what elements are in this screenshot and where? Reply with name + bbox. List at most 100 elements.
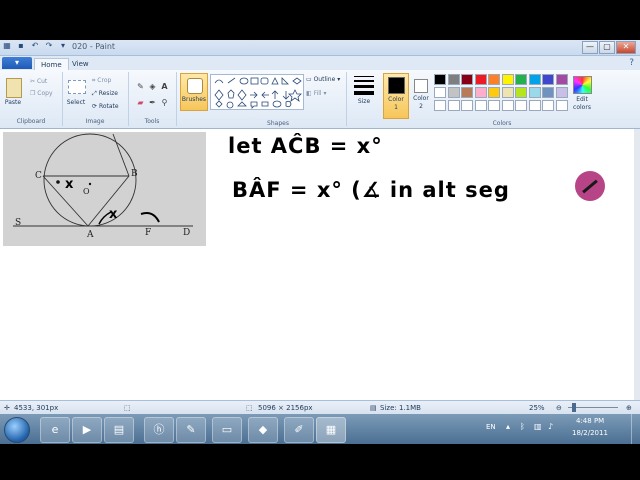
resize-label: Resize [98, 90, 118, 97]
color-swatch[interactable] [461, 87, 473, 98]
color-swatch[interactable] [447, 87, 460, 98]
paint-menu-button[interactable]: ▾ [2, 57, 32, 69]
redo-icon[interactable]: ↷ [44, 41, 54, 51]
edit-colors-button[interactable]: Edit colors [572, 74, 592, 118]
color-swatch[interactable] [515, 87, 527, 98]
start-button[interactable] [4, 417, 30, 443]
file-size: Size: 1.1MB [380, 404, 421, 412]
vertical-scrollbar[interactable] [634, 129, 640, 400]
hp-icon[interactable]: ⓗ [144, 417, 174, 443]
zoom-out-button[interactable]: ⊖ [556, 404, 562, 412]
customize-quick-access-icon[interactable]: ▾ [58, 41, 68, 51]
system-tray: EN ▴ ᛒ ▥ ♪ 4:48 PM 18/2/2011 [480, 414, 640, 444]
file-explorer-icon[interactable]: ▤ [104, 417, 134, 443]
dimensions-icon: ⬚ [246, 404, 253, 412]
volume-icon[interactable]: ♪ [548, 422, 553, 431]
app-icon-dark[interactable]: ◆ [248, 417, 278, 443]
color-swatch[interactable] [528, 100, 541, 111]
pen-cursor-marker [575, 171, 605, 201]
pencil-icon[interactable]: ✎ [136, 82, 145, 91]
minimize-button[interactable]: — [582, 41, 598, 54]
paint-taskbar-icon[interactable]: ▦ [316, 417, 346, 443]
color-swatch[interactable] [488, 87, 500, 98]
color-swatch[interactable] [474, 87, 487, 98]
tab-view[interactable]: View [66, 58, 95, 70]
undo-icon[interactable]: ↶ [30, 41, 40, 51]
file-size-icon: ▤ [370, 404, 377, 412]
cut-label: Cut [36, 78, 48, 85]
rotate-button[interactable]: ⟳ Rotate [92, 103, 119, 110]
color-swatch[interactable] [434, 100, 446, 111]
rotate-label: Rotate [98, 103, 119, 110]
crop-button[interactable]: ⌗ Crop [92, 77, 111, 85]
zoom-in-button[interactable]: ⊕ [626, 404, 632, 412]
media-player-icon[interactable]: ▶ [72, 417, 102, 443]
cut-button[interactable]: ✂ Cut [30, 78, 47, 85]
resize-button[interactable]: ⤢ Resize [92, 90, 118, 98]
color-swatch[interactable] [515, 74, 527, 85]
color-swatch[interactable] [474, 100, 487, 111]
color-swatch[interactable] [461, 74, 473, 85]
bluetooth-icon[interactable]: ᛒ [520, 422, 525, 431]
color-swatch[interactable] [542, 87, 554, 98]
color-swatch[interactable] [542, 74, 554, 85]
maximize-button[interactable]: ▢ [599, 41, 615, 54]
fill-dropdown[interactable]: ◧ Fill ▾ [306, 90, 327, 97]
color-swatch[interactable] [434, 74, 446, 85]
eraser-icon[interactable]: ▰ [136, 98, 145, 107]
paste-button[interactable]: Paste [2, 99, 24, 106]
select-icon[interactable] [68, 80, 86, 94]
paint-app-icon[interactable]: ▦ [2, 41, 12, 51]
color-swatch[interactable] [488, 100, 500, 111]
text-tool-icon[interactable]: A [160, 82, 169, 91]
network-icon[interactable]: ▥ [534, 422, 542, 431]
select-button[interactable]: Select [64, 99, 88, 106]
color-swatch[interactable] [434, 87, 446, 98]
internet-explorer-icon[interactable]: e [40, 417, 70, 443]
color-picker-icon[interactable]: ✒ [148, 98, 157, 107]
fill-bucket-icon[interactable]: ◈ [148, 82, 157, 91]
color-swatch[interactable] [501, 74, 514, 85]
show-desktop-button[interactable] [631, 414, 640, 444]
colors-group-label: Colors [492, 120, 512, 127]
color-swatch[interactable] [528, 74, 541, 85]
image-group-label: Image [85, 118, 105, 125]
copy-button[interactable]: ❐ Copy [30, 90, 53, 97]
folder-icon[interactable]: ▭ [212, 417, 242, 443]
size-button[interactable]: Size [354, 76, 374, 105]
language-indicator[interactable]: EN [486, 423, 496, 431]
brushes-button[interactable]: Brushes [180, 73, 208, 111]
tray-arrow-icon[interactable]: ▴ [506, 422, 510, 431]
document-app-icon[interactable]: ✎ [176, 417, 206, 443]
outline-dropdown[interactable]: ▭ Outline ▾ [306, 76, 340, 83]
clock-time[interactable]: 4:48 PM [576, 417, 604, 425]
paint-brush-app-icon[interactable]: ✐ [284, 417, 314, 443]
color-swatch[interactable] [501, 87, 514, 98]
color-swatch[interactable] [501, 100, 514, 111]
shapes-gallery[interactable] [210, 74, 304, 110]
color-swatch[interactable] [447, 100, 460, 111]
edit-colors-label-1: Edit [576, 96, 588, 103]
color-swatch[interactable] [488, 74, 500, 85]
paste-icon[interactable] [6, 78, 22, 98]
color-swatch[interactable] [461, 100, 473, 111]
save-icon[interactable]: ▪ [16, 41, 26, 51]
zoom-slider-thumb[interactable] [572, 403, 576, 412]
color-swatch[interactable] [555, 100, 568, 111]
label-d: D [183, 228, 190, 238]
color1-button[interactable]: Color 1 [383, 73, 409, 119]
color-swatch[interactable] [474, 74, 487, 85]
help-icon[interactable]: ? [629, 58, 634, 68]
close-button[interactable]: ✕ [616, 41, 636, 54]
color-swatch[interactable] [555, 74, 568, 85]
color-swatch[interactable] [528, 87, 541, 98]
top-letterbox [0, 0, 640, 40]
magnifier-icon[interactable]: ⚲ [160, 98, 169, 107]
clipboard-group-label: Clipboard [16, 118, 46, 125]
color2-button[interactable]: Color 2 [409, 73, 433, 117]
color-swatch[interactable] [542, 100, 554, 111]
color-swatch[interactable] [447, 74, 460, 85]
clock-date[interactable]: 18/2/2011 [572, 429, 608, 437]
color-swatch[interactable] [555, 87, 568, 98]
color-swatch[interactable] [515, 100, 527, 111]
